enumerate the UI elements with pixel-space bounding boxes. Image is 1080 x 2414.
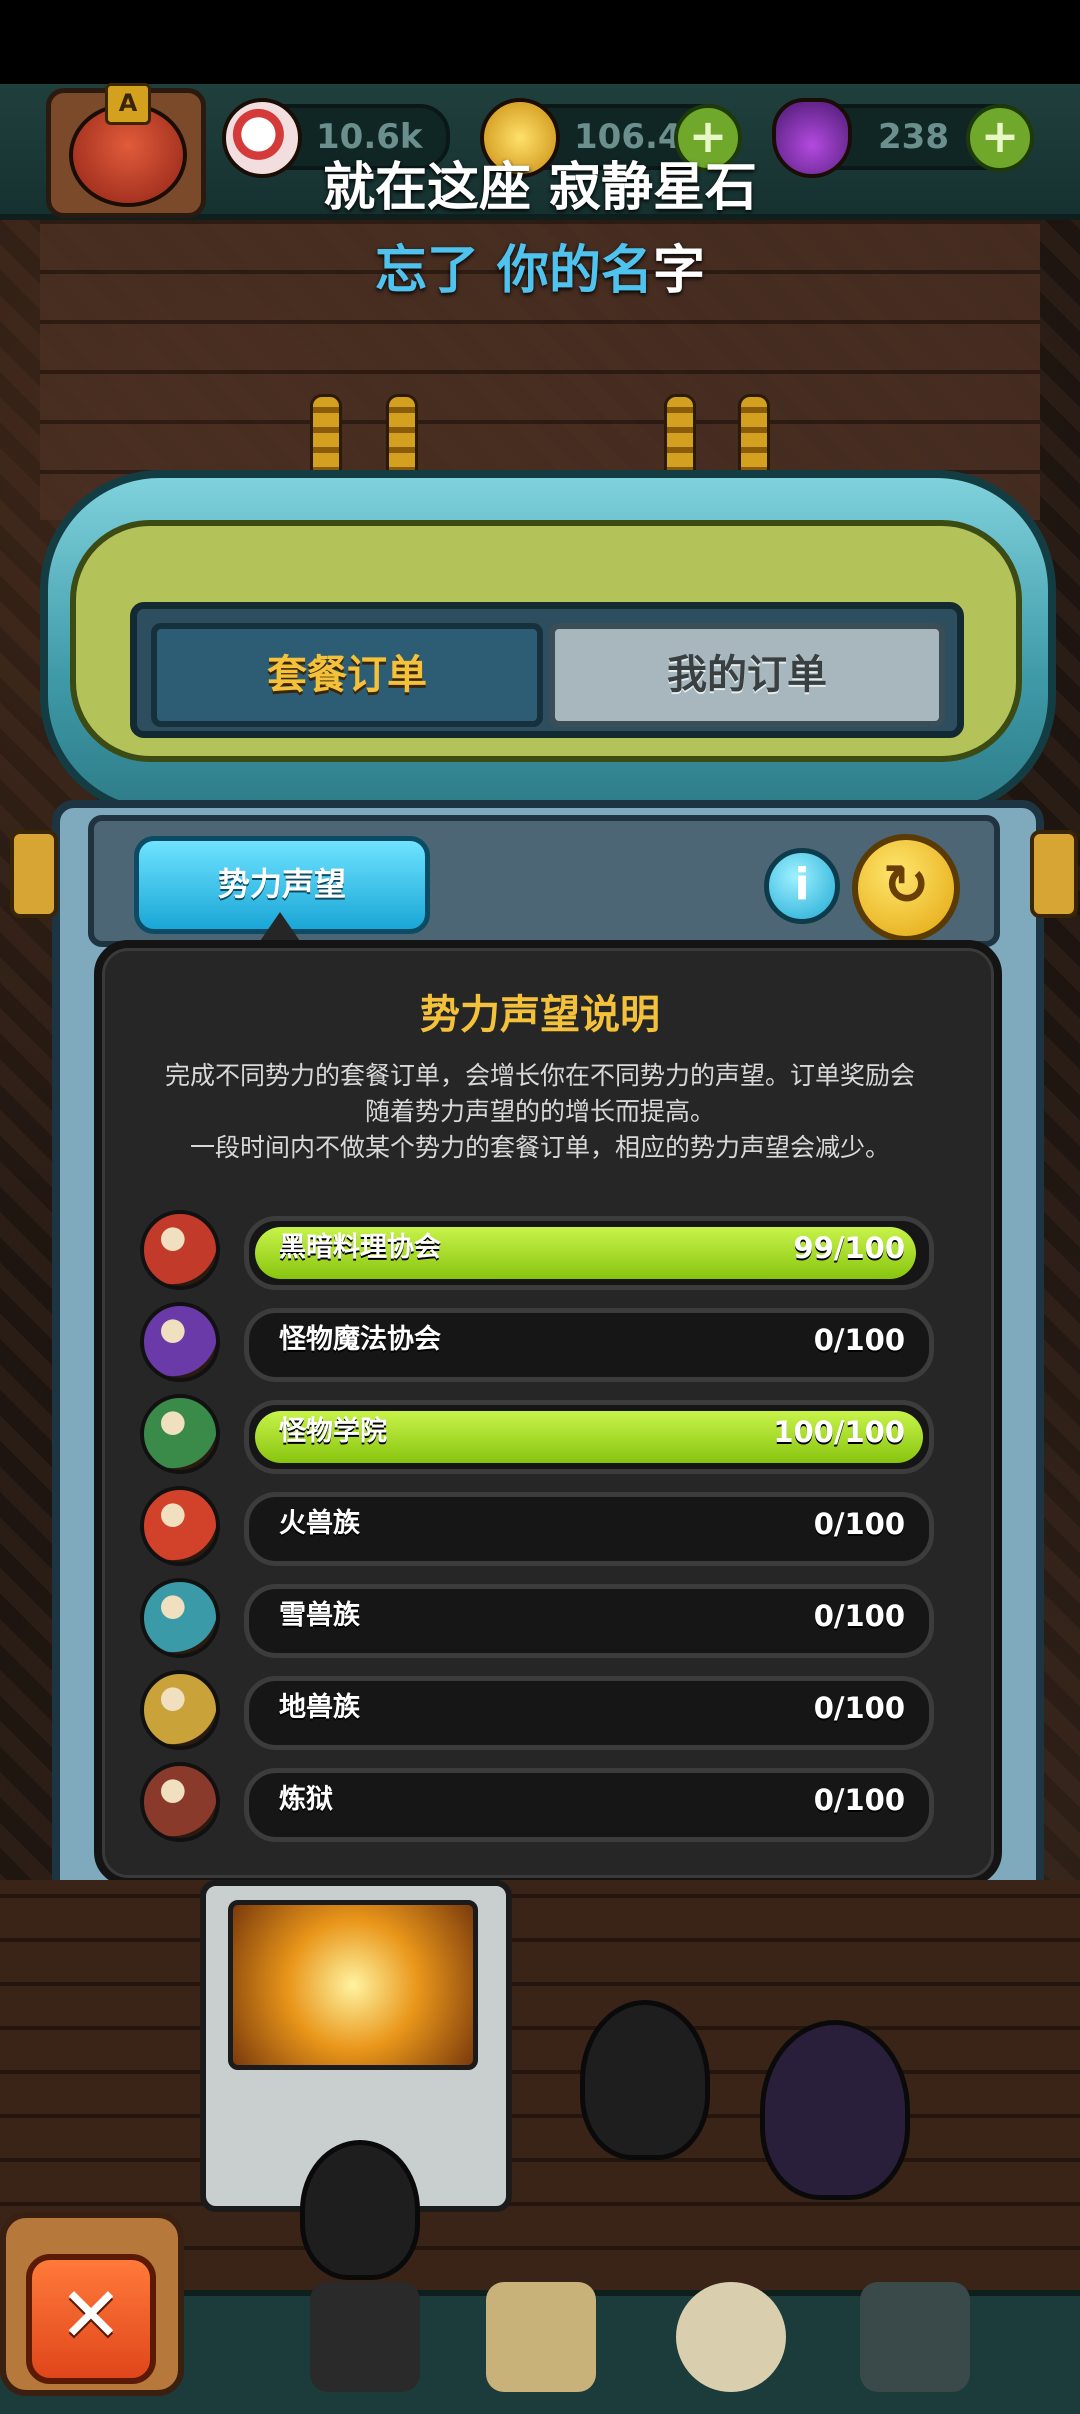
grid-menu-icon[interactable] [860, 2282, 970, 2392]
faction-name: 怪物学院 [279, 1416, 387, 1447]
reputation-bar: 炼狱 0/100 [244, 1768, 934, 1842]
chef-nav-icon[interactable] [310, 2282, 420, 2392]
reputation-row: 炼狱 0/100 [140, 1762, 934, 1842]
popup-desc-line: 一段时间内不做某个势力的套餐订单，相应的势力声望会减少。 [189, 1133, 890, 1162]
faction-name: 黑暗料理协会 [279, 1232, 441, 1263]
earth-beast-clan-icon [140, 1670, 220, 1750]
reputation-row: 地兽族 0/100 [140, 1670, 934, 1750]
faction-name: 雪兽族 [279, 1600, 360, 1631]
reputation-row: 雪兽族 0/100 [140, 1578, 934, 1658]
monster-academy-icon [140, 1394, 220, 1474]
lyric-line-1: 就在这座 寂静星石 [322, 158, 758, 218]
reputation-value: 0/100 [813, 1599, 905, 1633]
refresh-button[interactable]: ↻ [852, 834, 960, 942]
reputation-row: 火兽族 0/100 [140, 1486, 934, 1566]
reputation-row: 怪物学院 100/100 [140, 1394, 934, 1474]
side-bolt [10, 830, 58, 918]
info-button[interactable]: i [764, 848, 840, 924]
reputation-row: 怪物魔法协会 0/100 [140, 1302, 934, 1382]
reputation-bar: 怪物魔法协会 0/100 [244, 1308, 934, 1382]
popup-description: 完成不同势力的套餐订单，会增长你在不同势力的声望。订单奖励会 随着势力声望的的增… [120, 1058, 960, 1166]
side-bolt [1030, 830, 1078, 918]
snow-beast-clan-icon [140, 1578, 220, 1658]
dark-cuisine-guild-icon [140, 1210, 220, 1290]
purgatory-icon [140, 1762, 220, 1842]
reputation-row: 黑暗料理协会 99/100 [140, 1210, 934, 1290]
lyric-line-2: 忘了 你的名字 [0, 228, 1080, 303]
close-button[interactable]: ✕ [26, 2254, 156, 2384]
lyric-line-2-rest: 字 [653, 241, 706, 301]
monster-chef-character [760, 2020, 910, 2200]
reputation-value: 0/100 [813, 1691, 905, 1725]
reputation-value: 99/100 [793, 1231, 905, 1265]
monster-character [580, 2000, 710, 2160]
fire-beast-clan-icon [140, 1486, 220, 1566]
oven-fire [228, 1900, 478, 2070]
lyric-line-2-highlight: 忘了 你的名 [374, 241, 654, 301]
popup-title: 势力声望说明 [420, 992, 660, 1038]
reputation-value: 0/100 [813, 1783, 905, 1817]
faction-name: 炼狱 [279, 1784, 333, 1815]
order-tabs: 套餐订单 我的订单 [130, 602, 964, 738]
faction-name: 火兽族 [279, 1508, 360, 1539]
reputation-bar: 火兽族 0/100 [244, 1492, 934, 1566]
reputation-bar: 黑暗料理协会 99/100 [244, 1216, 934, 1290]
reputation-value: 0/100 [813, 1507, 905, 1541]
popup-desc-line: 完成不同势力的套餐订单，会增长你在不同势力的声望。订单奖励会 [164, 1061, 915, 1090]
faction-name: 怪物魔法协会 [279, 1324, 441, 1355]
faction-name: 地兽族 [279, 1692, 360, 1723]
reputation-bar: 雪兽族 0/100 [244, 1584, 934, 1658]
tab-my-orders[interactable]: 我的订单 [549, 623, 945, 727]
reputation-bar: 怪物学院 100/100 [244, 1400, 934, 1474]
monster-magic-guild-icon [140, 1302, 220, 1382]
popup-desc-line: 随着势力声望的的增长而提高。 [364, 1097, 715, 1126]
status-bar [0, 0, 1080, 84]
recipe-book-icon[interactable] [486, 2282, 596, 2392]
reputation-value: 0/100 [813, 1323, 905, 1357]
tab-set-orders[interactable]: 套餐订单 [151, 623, 543, 727]
reputation-value: 100/100 [773, 1415, 905, 1449]
monster-character [300, 2140, 420, 2280]
rank-badge: A [105, 83, 151, 125]
reputation-bar: 地兽族 0/100 [244, 1676, 934, 1750]
money-bag-icon[interactable] [676, 2282, 786, 2392]
